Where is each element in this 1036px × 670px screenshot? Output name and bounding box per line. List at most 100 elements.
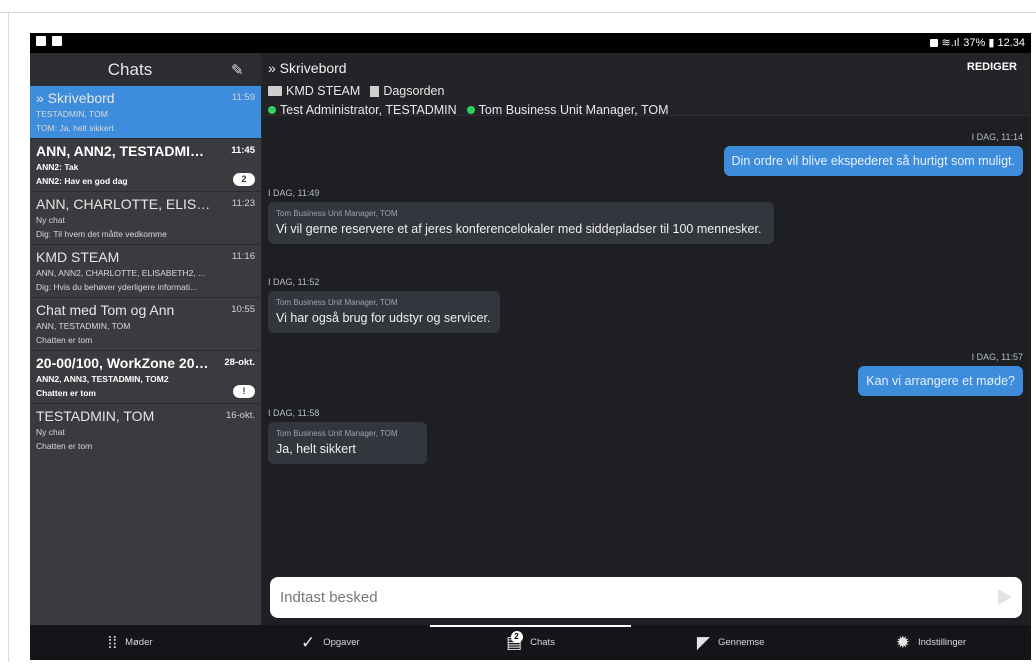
nav-label: Opgaver [323,637,360,648]
chat-list-sidebar: Chats ✎ » Skrivebord 11:59 TESTADMIN, TO… [30,53,262,625]
chat-time: 11:45 [231,145,255,156]
chat-last-message: Dig: Til hvem det måtte vedkomme [36,229,167,239]
alert-badge: ! [233,385,255,398]
unread-badge: 2 [233,173,255,186]
chat-name: 20-00/100, WorkZone 2021.0, ... [36,355,214,371]
nav-label: Møder [125,637,153,648]
chat-context: KMD STEAM Dagsorden [268,84,444,98]
frame-border [0,12,1036,13]
gear-icon: ✹ [895,632,910,652]
chat-item-ann-ann2[interactable]: ANN, ANN2, TESTADMIN, TOM2 11:45 ANN2: T… [30,139,261,192]
message-bubble-incoming: Tom Business Unit Manager, TOM Ja, helt … [268,422,427,464]
message-text: Vi vil gerne reservere et af jeres konfe… [276,222,762,236]
nav-chats[interactable]: ▤ 2 Chats [430,625,631,660]
chat-last-message: Dig: Hvis du behøver yderligere informat… [36,282,198,292]
sidebar-title: Chats [107,60,153,79]
chat-name: KMD STEAM [36,249,120,265]
chat-participants: Ny chat [36,427,65,437]
message-text: Ja, helt sikkert [276,442,356,456]
folder-icon [268,86,282,96]
bottom-navigation: ⁞⁞ Møder ✓ Opgaver ▤ 2 Chats ◤ Gennemse … [30,625,1031,660]
message-bubble-incoming: Tom Business Unit Manager, TOM Vi vil ge… [268,202,774,244]
chat-name: » Skrivebord [36,90,115,106]
online-status-icon [268,106,276,114]
alarm-icon [929,38,938,47]
chat-item-tom-og-ann[interactable]: Chat med Tom og Ann 10:55 ANN, TESTADMIN… [30,298,261,351]
bag-icon [52,36,62,46]
message-timestamp: I DAG, 11:49 [268,188,320,198]
chat-item-kmd-steam[interactable]: KMD STEAM 11:16 ANN, ANN2, CHARLOTTE, EL… [30,245,261,298]
chat-participants: ANN, TESTADMIN, TOM [36,321,131,331]
chat-name: Chat med Tom og Ann [36,302,175,318]
chat-participants: ANN, ANN2, CHARLOTTE, ELISABETH2, ... [36,268,206,278]
chat-participants: ANN2: Tak [36,162,79,172]
message-timestamp: I DAG, 11:14 [971,132,1023,142]
chat-last-message: TOM: Ja, helt sikkert [36,123,114,133]
chat-last-message: Chatten er tom [36,441,93,451]
chat-name: ANN, ANN2, TESTADMIN, TOM2 [36,143,214,159]
chat-time: 11:23 [231,198,255,209]
message-timestamp: I DAG, 11:57 [971,352,1023,362]
chat-item-testadmin-tom[interactable]: TESTADMIN, TOM 16-okt. Ny chat Chatten e… [30,404,261,456]
chat-item-ann-charlotte[interactable]: ANN, CHARLOTTE, ELISABETH,... 11:23 Ny c… [30,192,261,245]
document-link[interactable]: Dagsorden [383,84,444,98]
nav-settings[interactable]: ✹ Indstillinger [831,625,1031,660]
message-input[interactable] [270,577,970,618]
nav-label: Indstillinger [918,637,967,648]
status-bar: ≋.ıl 37% ▮ 12.34 [30,33,1031,53]
chat-last-message: Chatten er tom [36,388,96,398]
compose-icon[interactable]: ✎ [231,61,249,79]
message-bubble-incoming: Tom Business Unit Manager, TOM Vi har og… [268,291,500,333]
nav-meetings[interactable]: ⁞⁞ Møder [30,625,230,660]
chat-name: ANN, CHARLOTTE, ELISABETH,... [36,196,214,212]
message-timestamp: I DAG, 11:58 [268,408,320,418]
message-text: Vi har også brug for udstyr og servicer. [276,311,491,325]
message-list: I DAG, 11:14 Din ordre vil blive ekspede… [262,116,1031,574]
document-icon [370,85,380,97]
chat-members: Test Administrator, TESTADMIN Tom Busine… [268,103,669,117]
nav-browse[interactable]: ◤ Gennemse [631,625,831,660]
tablet-screen: ≋.ıl 37% ▮ 12.34 Chats ✎ » Skrivebord 11… [30,33,1031,660]
nav-label: Gennemse [718,637,765,648]
chat-time: 11:59 [231,92,255,103]
chat-title: » Skrivebord [268,60,347,76]
message-sender: Tom Business Unit Manager, TOM [276,209,398,218]
member-name: Test Administrator, TESTADMIN [280,103,457,117]
member-name: Tom Business Unit Manager, TOM [478,103,669,117]
chat-main-panel: » Skrivebord REDIGER KMD STEAM Dagsorden… [262,53,1031,625]
folder-link[interactable]: KMD STEAM [286,84,360,98]
chat-last-message: Chatten er tom [36,335,93,345]
chat-time: 28-okt. [224,357,255,368]
chat-time: 16-okt. [225,410,255,421]
check-icon: ✓ [300,632,316,652]
chat-item-workzone[interactable]: 20-00/100, WorkZone 2021.0, ... 28-okt. … [30,351,261,404]
nav-label: Chats [530,637,555,648]
chat-name: TESTADMIN, TOM [36,408,155,424]
nav-tasks[interactable]: ✓ Opgaver [230,625,430,660]
browse-icon: ◤ [696,632,710,652]
chat-participants: ANN2, ANN3, TESTADMIN, TOM2 [36,374,169,384]
chat-participants: Ny chat [36,215,65,225]
frame-border-left [8,12,9,662]
online-status-icon [466,106,475,114]
sidebar-header: Chats ✎ [30,53,261,86]
message-input-container [270,577,1022,618]
message-sender: Tom Business Unit Manager, TOM [276,298,398,307]
chat-time: 11:16 [231,251,255,262]
message-bubble-outgoing: Kan vi arrangere et møde? [858,366,1023,396]
chat-participants: TESTADMIN, TOM [36,109,108,119]
wifi-signal-icon: ≋.ıl [941,37,960,49]
message-bubble-outgoing: Din ordre vil blive ekspederet så hurtig… [723,146,1023,176]
message-sender: Tom Business Unit Manager, TOM [276,429,398,438]
chat-last-message: ANN2: Hav en god dag [36,176,128,186]
chat-item-skrivebord[interactable]: » Skrivebord 11:59 TESTADMIN, TOM TOM: J… [30,86,261,139]
gallery-icon [36,36,46,46]
edit-button[interactable]: REDIGER [967,61,1017,73]
message-timestamp: I DAG, 11:52 [268,277,320,287]
chats-badge: 2 [510,630,523,643]
meetings-icon: ⁞⁞ [107,632,118,652]
chat-time: 10:55 [231,304,255,315]
status-text: 37% ▮ 12.34 [963,37,1025,49]
send-icon[interactable] [998,589,1012,605]
chat-header: » Skrivebord REDIGER KMD STEAM Dagsorden… [262,53,1031,117]
